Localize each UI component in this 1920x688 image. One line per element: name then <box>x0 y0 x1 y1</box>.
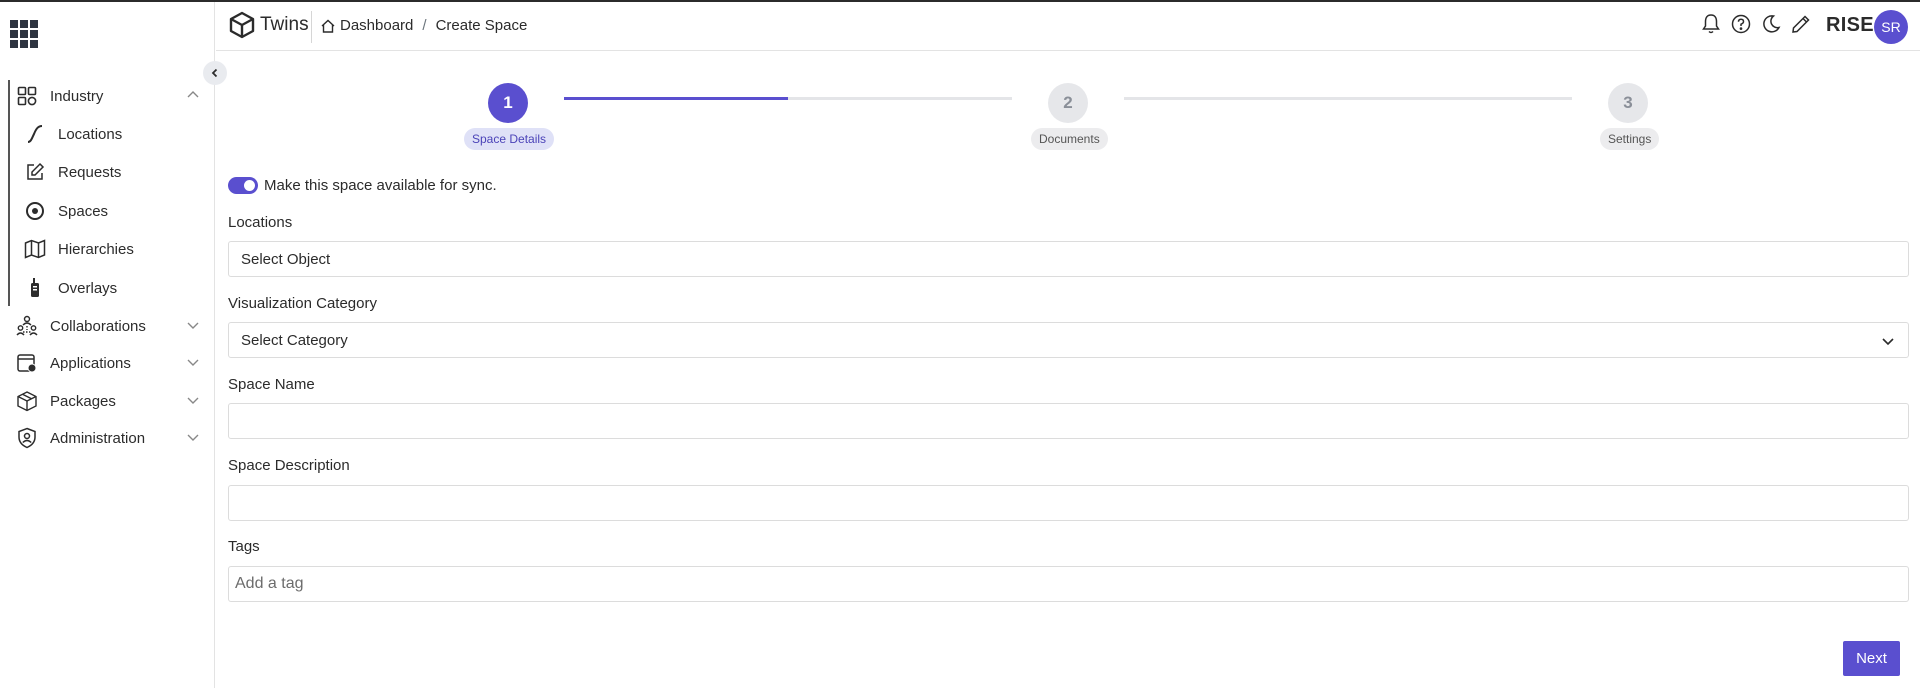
notification-bell-icon[interactable] <box>1700 13 1722 35</box>
visualization-category-select[interactable]: Select Category <box>228 322 1909 358</box>
stepper-progress-fill <box>564 97 788 100</box>
apps-grid-icon[interactable] <box>10 20 38 48</box>
target-icon <box>23 199 47 223</box>
sidebar-item-spaces[interactable]: Spaces <box>23 197 203 225</box>
breadcrumb-current: Create Space <box>435 17 528 34</box>
step-1-label: Space Details <box>464 128 555 150</box>
sidebar-item-label: Overlays <box>58 279 118 297</box>
org-name: RISE <box>1826 14 1874 36</box>
stepper-track-2 <box>1124 97 1572 100</box>
sidebar-item-label: Requests <box>58 163 122 181</box>
sidebar-item-overlays[interactable]: Overlays <box>23 274 203 302</box>
sidebar-item-label: Spaces <box>58 202 109 220</box>
app-name: Twins <box>260 14 309 35</box>
locations-label: Locations <box>228 214 293 231</box>
space-description-input[interactable] <box>228 485 1909 521</box>
step-3-label: Settings <box>1600 128 1660 150</box>
sidebar: Industry Locations Requests Spaces Hiera… <box>0 2 215 688</box>
walkie-talkie-icon <box>23 276 47 300</box>
sidebar-item-administration[interactable]: Administration <box>15 424 205 452</box>
sidebar-item-label: Industry <box>50 87 104 105</box>
tags-label: Tags <box>228 538 260 555</box>
people-icon <box>15 314 39 338</box>
visualization-category-label: Visualization Category <box>228 295 377 312</box>
chevron-down-icon <box>187 359 199 366</box>
home-icon <box>321 19 335 33</box>
sidebar-item-label: Locations <box>58 125 123 143</box>
shield-user-icon <box>15 426 39 450</box>
sidebar-item-requests[interactable]: Requests <box>23 158 203 186</box>
app-brand[interactable]: Twins <box>228 11 309 39</box>
brand-separator <box>311 11 312 43</box>
curve-icon <box>23 122 47 146</box>
toggle-knob <box>244 180 255 191</box>
edit-icon <box>23 160 47 184</box>
sidebar-item-label: Administration <box>50 429 146 447</box>
chevron-down-icon <box>187 397 199 404</box>
sidebar-item-label: Packages <box>50 392 116 410</box>
dark-mode-moon-icon[interactable] <box>1760 13 1782 35</box>
industry-group-indicator <box>8 80 10 306</box>
sidebar-item-locations[interactable]: Locations <box>23 120 203 148</box>
next-button[interactable]: Next <box>1843 641 1900 676</box>
chevron-left-icon <box>211 68 218 78</box>
step-1-circle[interactable]: 1 <box>488 83 528 123</box>
pencil-icon[interactable] <box>1790 13 1812 35</box>
sync-toggle[interactable] <box>228 177 258 194</box>
package-icon <box>15 389 39 413</box>
step-2-circle[interactable]: 2 <box>1048 83 1088 123</box>
locations-select-value: Select Object <box>241 250 331 268</box>
space-name-label: Space Name <box>228 376 315 393</box>
top-header: Twins Dashboard / Create Space RISE SR <box>216 2 1920 51</box>
sidebar-item-collaborations[interactable]: Collaborations <box>15 312 205 340</box>
sidebar-item-applications[interactable]: Applications <box>15 349 205 377</box>
space-description-label: Space Description <box>228 457 350 474</box>
applications-icon <box>15 351 39 375</box>
step-2-label: Documents <box>1031 128 1108 150</box>
header-actions <box>1700 13 1820 35</box>
sidebar-item-industry[interactable]: Industry <box>15 82 205 110</box>
space-name-input[interactable] <box>228 403 1909 439</box>
chevron-up-icon <box>187 91 199 98</box>
map-icon <box>23 237 47 261</box>
sync-toggle-label: Make this space available for sync. <box>264 177 497 194</box>
sidebar-item-label: Collaborations <box>50 317 146 335</box>
locations-select[interactable]: Select Object <box>228 241 1909 277</box>
user-avatar[interactable]: SR <box>1874 10 1908 44</box>
visualization-category-value: Select Category <box>241 331 348 349</box>
breadcrumb-separator: / <box>422 17 427 34</box>
breadcrumb: Dashboard / Create Space <box>320 17 527 34</box>
sidebar-collapse-button[interactable] <box>203 61 227 85</box>
sidebar-item-label: Applications <box>50 354 131 372</box>
sidebar-item-label: Hierarchies <box>58 240 134 258</box>
chevron-down-icon <box>187 434 199 441</box>
chevron-down-icon <box>1882 338 1894 346</box>
cube-logo-icon <box>229 11 255 39</box>
step-3-circle[interactable]: 3 <box>1608 83 1648 123</box>
grid-icon <box>15 84 39 108</box>
tags-input[interactable] <box>228 566 1909 602</box>
sidebar-item-hierarchies[interactable]: Hierarchies <box>23 235 203 263</box>
help-icon[interactable] <box>1730 13 1752 35</box>
breadcrumb-dashboard-link[interactable]: Dashboard <box>340 17 413 34</box>
chevron-down-icon <box>187 322 199 329</box>
sidebar-item-packages[interactable]: Packages <box>15 387 205 415</box>
